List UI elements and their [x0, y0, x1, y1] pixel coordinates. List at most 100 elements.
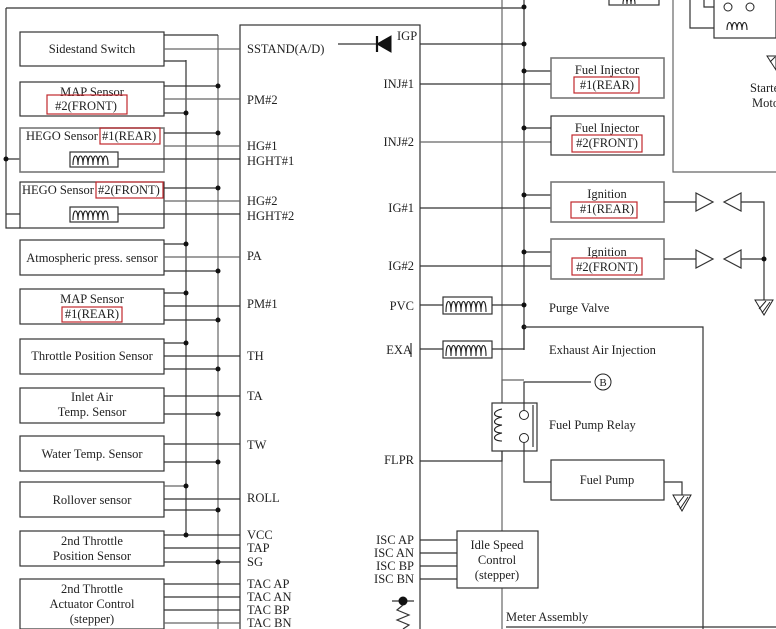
pin-tw: TW: [247, 438, 267, 452]
relay-contact-icon: [519, 410, 529, 420]
flpr-wire: [420, 447, 503, 462]
right-components: Fuel Injector #1(REAR) Fuel Injector #2(…: [392, 57, 776, 629]
pin-isc-bn: ISC BN: [374, 572, 414, 586]
throttle-position-sensor-label: Throttle Position Sensor: [31, 349, 153, 363]
wiring-diagram: Sidestand Switch MAP Sensor #2(FRONT) HE…: [3, 0, 776, 629]
hego-sensor-1-position: #1(REAR): [102, 129, 156, 143]
junction-dot: [183, 110, 189, 116]
left-return-wire: [5, 8, 20, 229]
pin-sg: SG: [247, 555, 263, 569]
starter-relay-box[interactable]: [713, 0, 776, 39]
junction-dot: [183, 483, 189, 489]
wire: [741, 201, 765, 300]
pin-isc-an: ISC AN: [374, 546, 414, 560]
second-throttle-actuator-label-1: 2nd Throttle: [61, 582, 123, 596]
pin-pa: PA: [247, 249, 262, 263]
ignition-1-position: #1(REAR): [580, 202, 634, 216]
spark-plug-icon: [695, 192, 715, 212]
battery-marker-label: B: [599, 377, 606, 389]
pin-inj1: INJ#1: [383, 77, 414, 91]
left-components: Sidestand Switch MAP Sensor #2(FRONT) HE…: [19, 31, 240, 629]
pin-tac-bp: TAC BP: [247, 603, 289, 617]
pin-th: TH: [247, 349, 264, 363]
junction-dot: [215, 507, 221, 513]
pin-hght1: HGHT#1: [247, 154, 294, 168]
pin-tac-ap: TAC AP: [247, 577, 289, 591]
pin-hg1: HG#1: [247, 139, 278, 153]
junction-dot: [215, 366, 221, 372]
junction-dot: [521, 41, 527, 47]
ignition-1-label: Ignition: [587, 187, 627, 201]
hego-sensor-1-label: HEGO Sensor: [26, 129, 99, 143]
wire: [501, 379, 524, 404]
junction-dot: [183, 532, 189, 538]
pin-pm2: PM#2: [247, 93, 278, 107]
map-sensor-2-label: MAP Sensor: [60, 85, 125, 99]
pin-ig1: IG#1: [388, 201, 414, 215]
pin-igp: IGP: [397, 29, 417, 43]
junction-dot: [183, 340, 189, 346]
junction-dot: [215, 185, 221, 191]
junction-dot: [521, 249, 527, 255]
pin-tac-bn: TAC BN: [247, 616, 292, 629]
fuel-injector-1-position: #1(REAR): [580, 78, 634, 92]
pin-hg2: HG#2: [247, 194, 278, 208]
map-sensor-1-position: #1(REAR): [65, 307, 119, 321]
junction-dot: [521, 4, 527, 10]
second-throttle-actuator-label-3: (stepper): [70, 612, 114, 626]
relay-contact-icon: [745, 2, 755, 12]
pin-roll: ROLL: [247, 491, 280, 505]
map-sensor-1-label: MAP Sensor: [60, 292, 125, 306]
terminal-dot: [398, 596, 408, 606]
purge-valve-label: Purge Valve: [549, 301, 610, 315]
junction-dot: [183, 290, 189, 296]
pin-sstand: SSTAND(A/D): [247, 42, 324, 56]
hego-sensor-2-label: HEGO Sensor: [22, 183, 95, 197]
wire: [664, 481, 683, 495]
idle-speed-label-3: (stepper): [475, 568, 519, 582]
junction-dot: [215, 559, 221, 565]
pin-ig2: IG#2: [388, 259, 414, 273]
exhaust-air-label: Exhaust Air Injection: [549, 343, 657, 357]
spark-plug-icon: [695, 249, 715, 269]
junction-dot: [521, 125, 527, 131]
inlet-air-temp-label-2: Temp. Sensor: [58, 405, 127, 419]
starter-motor-label-1: Starter: [750, 81, 776, 95]
relay-contact-icon: [723, 2, 733, 12]
junction-dot: [215, 268, 221, 274]
second-throttle-position-label-1: 2nd Throttle: [61, 534, 123, 548]
fuel-injector-1-label: Fuel Injector: [575, 63, 640, 77]
meter-assembly-label: Meter Assembly: [506, 610, 589, 624]
pin-ta: TA: [247, 389, 263, 403]
pin-tap: TAP: [247, 541, 270, 555]
pin-isc-ap: ISC AP: [376, 533, 414, 547]
pin-tac-an: TAC AN: [247, 590, 292, 604]
idle-speed-label-1: Idle Speed: [470, 538, 524, 552]
ground-icon: [766, 55, 776, 71]
junction-dot: [521, 68, 527, 74]
junction-dot: [3, 156, 9, 162]
water-temp-sensor-label: Water Temp. Sensor: [42, 447, 144, 461]
ground-icon: [672, 494, 692, 513]
fuel-injector-2-label: Fuel Injector: [575, 121, 640, 135]
junction-dot: [215, 459, 221, 465]
left-wires: [164, 34, 240, 624]
junction-dot: [521, 192, 527, 198]
pin-isc-bp: ISC BP: [376, 559, 414, 573]
starter-motor-label-2: Motor: [752, 96, 776, 110]
pin-hght2: HGHT#2: [247, 209, 294, 223]
pin-vcc: VCC: [247, 528, 273, 542]
junction-dot: [215, 411, 221, 417]
inlet-air-temp-label-1: Inlet Air: [71, 390, 114, 404]
pin-flpr: FLPR: [384, 453, 415, 467]
pin-inj2: INJ#2: [383, 135, 414, 149]
spark-plug-icon: [722, 249, 742, 269]
atmospheric-sensor-label: Atmospheric press. sensor: [26, 251, 158, 265]
junction-dot: [215, 317, 221, 323]
idle-speed-label-2: Control: [478, 553, 517, 567]
fuel-injector-2-position: #2(FRONT): [576, 136, 638, 150]
wire: [492, 327, 525, 350]
relay-contact-icon: [519, 433, 529, 443]
pin-exa: EXA: [386, 343, 412, 357]
rollover-sensor-label: Rollover sensor: [53, 493, 133, 507]
